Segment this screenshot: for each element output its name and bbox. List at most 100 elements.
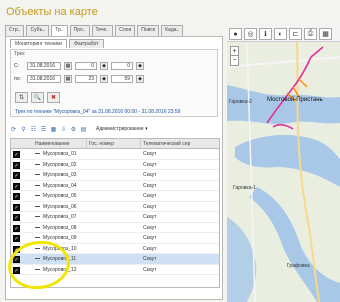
tab-pro[interactable]: Про.. [69, 25, 90, 36]
col-name[interactable]: Наименование [11, 139, 87, 149]
track-line-icon [35, 216, 40, 217]
table-row[interactable]: ✓ Мусоровоз_01 Скаут [11, 149, 219, 160]
from-date-input[interactable]: 31.08.2016 [27, 61, 61, 70]
select-all-icon[interactable]: ☷ [30, 126, 37, 133]
refresh-icon[interactable]: ⟳ [10, 126, 17, 133]
track-line-icon [35, 237, 40, 238]
settings-icon[interactable]: ⚙ [70, 126, 77, 133]
vehicle-name: Мусоровоз_03 [43, 172, 77, 178]
tab-str[interactable]: Стр.. [5, 25, 25, 36]
layers-icon[interactable]: ◎ [244, 28, 257, 40]
track-line-icon [35, 153, 40, 154]
row-checkbox[interactable]: ✓ [13, 151, 20, 158]
map-label-garovka-1: Гаровка-1 [233, 185, 256, 191]
ruler-icon[interactable]: ⊏ [289, 28, 302, 40]
tab-cadastre[interactable]: Када.. [161, 25, 184, 36]
clear-track-button[interactable]: ✖ [47, 92, 60, 103]
search-icon: 🔍 [33, 95, 42, 101]
admin-label: Администрирование [96, 126, 144, 132]
telematics-service: Скаут [143, 224, 157, 231]
filter-icon[interactable]: ⚲ [20, 126, 27, 133]
row-checkbox[interactable]: ✓ [13, 203, 20, 211]
vehicle-name: Мусоровоз_02 [43, 161, 77, 168]
to-date-input[interactable]: 31.08.2016 [27, 74, 61, 83]
record-icon[interactable]: ● [229, 28, 242, 40]
table-row[interactable]: ✓ Мусоровоз_03 Скаут [11, 170, 219, 181]
telematics-service: Скаут [143, 214, 157, 220]
vehicle-name: Мусоровоз_07 [43, 214, 77, 220]
telematics-service: Скаут [143, 256, 157, 262]
tab-search[interactable]: Поиск [137, 25, 160, 36]
track-line-icon [35, 205, 40, 207]
tab-subj[interactable]: Субъ.. [26, 25, 50, 36]
row-checkbox[interactable]: ✓ [13, 224, 20, 232]
vehicle-name: Мусоровоз_04 [43, 182, 77, 189]
stepper-icon[interactable]: ◆ [136, 61, 144, 70]
list-icon[interactable]: ☰ [40, 126, 47, 133]
map-toolbar: ● ◎ ℹ ◐ ⊏ ⎙ ▦ [227, 27, 340, 42]
measure-icon[interactable]: ◐ [274, 28, 287, 40]
grid-toolbar: ⟳ ⚲ ☷ ☰ ▦ ⇩ ⚙ ▤ Администрирование ▾ [10, 124, 148, 134]
map-view[interactable]: ● ◎ ℹ ◐ ⊏ ⎙ ▦ + − Мостовой-Пристань Гаро… [227, 27, 340, 302]
grid-icon[interactable]: ▦ [319, 28, 332, 40]
stepper-icon[interactable]: ◆ [100, 74, 108, 83]
from-label: С: [14, 62, 19, 69]
map-canvas [227, 41, 340, 302]
to-row: по: 31.08.2016 ▦ 23 ◆ 59 ◆ [14, 74, 144, 83]
zoom-control: + − [230, 46, 239, 66]
to-hour-input[interactable]: 23 [75, 74, 97, 83]
row-checkbox[interactable]: ✓ [13, 235, 20, 242]
stepper-icon[interactable]: ◆ [136, 74, 144, 83]
table-row[interactable]: ✓ Мусоровоз_04 Скаут [11, 181, 219, 191]
row-checkbox[interactable]: ✓ [13, 214, 20, 221]
find-track-button[interactable]: 🔍 [31, 92, 44, 103]
col-plate[interactable]: Гос. номер [87, 139, 141, 149]
tab-fact-work[interactable]: Фактработ [69, 39, 104, 48]
calendar-icon[interactable]: ▦ [64, 61, 72, 70]
col-telematics[interactable]: Телематический сер [141, 139, 219, 149]
row-checkbox[interactable]: ✓ [13, 193, 20, 200]
grid-icon[interactable]: ▦ [50, 126, 57, 133]
track-icon: ⇅ [18, 95, 25, 101]
row-checkbox[interactable]: ✓ [13, 172, 20, 179]
stepper-icon[interactable]: ◆ [100, 61, 108, 70]
from-minute-input[interactable]: 0 [111, 61, 133, 70]
vehicle-name: Мусоровоз_08 [43, 224, 77, 231]
calendar-icon[interactable]: ▦ [64, 74, 72, 83]
row-checkbox[interactable]: ✓ [13, 161, 20, 169]
table-row[interactable]: ✓ Мусоровоз_02 Скаут [11, 160, 219, 170]
export-icon[interactable]: ⇩ [60, 126, 67, 133]
tab-transport[interactable]: Тр.. [51, 25, 68, 36]
columns-icon[interactable]: ▤ [80, 126, 87, 133]
tab-monitoring[interactable]: Мониторинг техники [10, 39, 68, 48]
show-track-button[interactable]: ⇅ [15, 92, 28, 103]
track-line-icon [35, 163, 40, 165]
admin-dropdown[interactable]: Администрирование ▾ [96, 126, 148, 132]
table-row[interactable]: ✓ Мусоровоз_07 Скаут [11, 212, 219, 223]
vehicle-name: Мусоровоз_01 [43, 151, 77, 157]
to-label: по: [14, 75, 21, 82]
telematics-service: Скаут [143, 182, 157, 189]
from-row: С: 31.08.2016 ▦ 0 ◆ 0 ◆ [14, 61, 144, 70]
from-hour-input[interactable]: 0 [75, 61, 97, 70]
table-row[interactable]: ✓ Мусоровоз_05 Скаут [11, 191, 219, 202]
zoom-in-button[interactable]: + [231, 47, 238, 56]
info-icon[interactable]: ℹ [259, 28, 272, 40]
tab-layers[interactable]: Слои [115, 25, 136, 36]
telematics-service: Скаут [143, 161, 157, 168]
telematics-service: Скаут [143, 193, 157, 199]
table-row[interactable]: ✓ Мусоровоз_06 Скаут [11, 202, 219, 212]
table-row[interactable]: ✓ Мусоровоз_08 Скаут [11, 223, 219, 233]
track-legend: Трек [14, 51, 25, 57]
row-checkbox[interactable]: ✓ [13, 182, 20, 190]
vehicle-name: Мусоровоз_06 [43, 203, 77, 210]
zoom-out-button[interactable]: − [231, 56, 238, 65]
tab-flow[interactable]: Тече.. [91, 25, 114, 36]
close-icon: ✖ [50, 95, 57, 101]
track-line-icon [35, 226, 40, 228]
telematics-service: Скаут [143, 245, 157, 252]
track-period-group: Трек С: 31.08.2016 ▦ 0 ◆ 0 ◆ по: 31.08.2… [10, 49, 218, 117]
print-icon[interactable]: ⎙ [304, 28, 317, 40]
vehicle-name: Мусоровоз_05 [43, 193, 77, 199]
to-minute-input[interactable]: 59 [111, 74, 133, 83]
